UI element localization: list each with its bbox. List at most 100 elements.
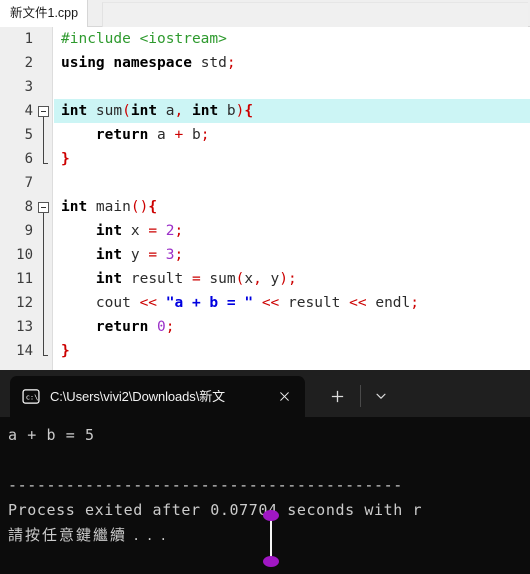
code-line[interactable] [54, 171, 530, 195]
code-token: a [157, 103, 175, 119]
code-line[interactable]: } [54, 147, 530, 171]
line-number-gutter: 1 2 3 4 5 6 7 8 9 10 11 12 13 14 [0, 27, 53, 370]
code-token: cout [61, 295, 140, 311]
code-token: int [95, 247, 123, 263]
code-token: ; [288, 271, 297, 287]
line-number: 7 [24, 175, 33, 191]
editor-tab-file[interactable]: 新文件1.cpp [0, 0, 89, 27]
terminal-output-line: ----------------------------------------… [8, 476, 403, 494]
line-number: 6 [24, 151, 33, 167]
line-number: 14 [16, 343, 33, 359]
code-token: = [148, 247, 158, 263]
fold-range-end [43, 355, 48, 356]
code-token: << [139, 295, 158, 311]
line-number: 11 [16, 271, 33, 287]
terminal-output-line: 請按任意鍵繼續 . . . [8, 526, 168, 544]
terminal-tab-title: C:\Users\vivi2\Downloads\新文 [50, 390, 226, 403]
code-token: x [122, 223, 149, 239]
code-token: x [244, 271, 254, 287]
code-token: << [261, 295, 280, 311]
code-token: , [253, 271, 262, 287]
code-line[interactable]: #include <iostream> [54, 27, 530, 51]
line-number: 3 [24, 79, 33, 95]
code-token: main [87, 199, 131, 215]
code-line[interactable]: return 0; [54, 315, 530, 339]
new-tab-button[interactable] [322, 382, 352, 410]
code-token: namespace [113, 55, 192, 71]
line-number: 12 [16, 295, 33, 311]
code-token: b [183, 127, 201, 143]
svg-text:c:\: c:\ [26, 393, 39, 402]
code-token: ; [200, 127, 210, 143]
screen: 新文件1.cpp 1 2 3 4 5 6 7 8 9 10 11 12 13 14 #include <i… [0, 0, 530, 574]
code-line[interactable]: int x = 2; [54, 219, 530, 243]
fold-range-line [43, 213, 44, 355]
terminal-output-line: a + b = 5 [8, 426, 95, 444]
code-line[interactable]: int main(){ [54, 195, 530, 219]
code-line[interactable]: int sum(int a, int b){ [54, 99, 530, 123]
code-line[interactable]: } [54, 339, 530, 363]
toolbar-divider [360, 385, 361, 407]
code-token: result [279, 295, 350, 311]
close-icon[interactable] [271, 384, 297, 410]
code-token: ; [226, 55, 236, 71]
fold-range-line [43, 117, 44, 163]
code-line[interactable]: int y = 3; [54, 243, 530, 267]
terminal-pane: c:\ C:\Users\vivi2\Downloads\新文 a + b = … [0, 370, 530, 574]
code-token: y [122, 247, 149, 263]
line-number: 9 [24, 223, 33, 239]
code-token: + [174, 127, 184, 143]
line-number: 8 [24, 199, 33, 215]
code-token: } [61, 151, 70, 167]
code-token: <iostream> [139, 31, 227, 47]
fold-range-end [43, 163, 48, 164]
code-token: ; [174, 223, 184, 239]
code-token: int [95, 271, 123, 287]
code-line[interactable]: int result = sum(x, y); [54, 267, 530, 291]
code-token: return [95, 319, 149, 335]
line-number: 5 [24, 127, 33, 143]
code-token: { [148, 199, 158, 215]
code-line[interactable] [54, 75, 530, 99]
code-token: ; [174, 247, 184, 263]
chevron-down-icon[interactable] [366, 382, 396, 410]
fold-toggle-icon[interactable] [38, 106, 49, 117]
code-token: , [174, 103, 184, 119]
code-area: 1 2 3 4 5 6 7 8 9 10 11 12 13 14 #include <iostream> u… [0, 27, 530, 370]
code-line[interactable]: return a + b; [54, 123, 530, 147]
code-text-area[interactable]: #include <iostream> using namespace std; … [54, 27, 530, 370]
editor-tab-bar: 新文件1.cpp [0, 0, 530, 27]
code-token: = [191, 271, 201, 287]
code-token: int [192, 103, 219, 119]
terminal-tab[interactable]: c:\ C:\Users\vivi2\Downloads\新文 [10, 376, 305, 417]
code-token: 0 [157, 319, 166, 335]
cmd-console-icon: c:\ [22, 389, 40, 404]
code-editor-pane: 新文件1.cpp 1 2 3 4 5 6 7 8 9 10 11 12 13 14 #include <i… [0, 0, 530, 370]
terminal-output[interactable]: a + b = 5 ------------------------------… [0, 417, 530, 574]
code-line[interactable]: using namespace std; [54, 51, 530, 75]
code-token: int [61, 103, 88, 119]
code-token: y [261, 271, 280, 287]
code-line[interactable]: cout << "a + b = " << result << endl; [54, 291, 530, 315]
code-token: #include [61, 31, 140, 47]
code-token: = [148, 223, 158, 239]
code-token: "a + b = " [165, 295, 254, 311]
fold-toggle-icon[interactable] [38, 202, 49, 213]
line-number: 2 [24, 55, 33, 71]
editor-tab-label: 新文件1.cpp [10, 6, 79, 21]
code-token: ( [122, 103, 131, 119]
code-token: { [244, 103, 254, 119]
code-token: std [200, 55, 227, 71]
terminal-output-line: Process exited after 0.07704 seconds wit… [8, 501, 423, 519]
code-token: sum [200, 271, 236, 287]
code-token: () [130, 199, 149, 215]
code-token: ; [410, 295, 419, 311]
code-token: result [122, 271, 192, 287]
